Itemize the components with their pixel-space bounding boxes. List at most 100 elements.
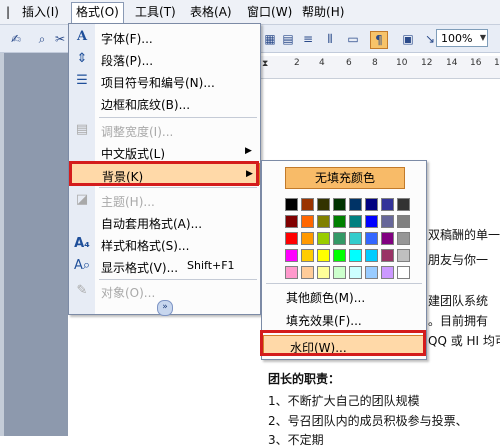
color-swatch[interactable] [301, 198, 314, 211]
doc-list-item: 2、号召团队内的成员积极参与投票、 [268, 414, 468, 428]
color-swatch[interactable] [349, 249, 362, 262]
bullets-icon: ☰ [76, 73, 88, 88]
menu-item-label: 边框和底纹(B)... [101, 98, 191, 112]
color-swatch[interactable] [397, 232, 410, 245]
more-colors-item[interactable]: 其他颜色(M)... [286, 289, 365, 306]
ruler-mark: 4 [319, 58, 325, 68]
doc-text-line: 朋友与你一 [428, 253, 489, 267]
color-swatch[interactable] [317, 266, 330, 279]
menu-tools[interactable]: 工具(T) [131, 3, 180, 21]
menu-item-styles[interactable]: A₄ 样式和格式(S)... [69, 233, 260, 255]
drawing-icon[interactable]: ⫴ [322, 31, 338, 47]
research-icon[interactable]: ⌕ [34, 31, 50, 47]
menu-item-autoformat[interactable]: 自动套用格式(A)... [69, 211, 260, 233]
color-swatch[interactable] [333, 215, 346, 228]
expand-menu-icon[interactable]: » [157, 300, 173, 316]
color-swatch[interactable] [397, 198, 410, 211]
color-swatch[interactable] [349, 198, 362, 211]
menu-insert[interactable]: 插入(I) [18, 3, 63, 21]
window-background [0, 53, 68, 436]
color-swatch[interactable] [365, 266, 378, 279]
color-swatch[interactable] [317, 232, 330, 245]
color-swatch[interactable] [285, 215, 298, 228]
color-swatch[interactable] [317, 198, 330, 211]
color-swatch[interactable] [349, 215, 362, 228]
color-swatch[interactable] [285, 266, 298, 279]
fill-effects-item[interactable]: 填充效果(F)... [286, 312, 362, 329]
menu-item-label: 对象(O)... [101, 286, 156, 300]
color-swatch[interactable] [301, 232, 314, 245]
insert-excel-icon[interactable]: ▤ [280, 31, 296, 47]
color-swatch[interactable] [349, 266, 362, 279]
submenu-arrow-icon: ▶ [245, 146, 252, 156]
chevron-down-icon[interactable]: ▼ [478, 29, 488, 47]
ruler-mark: 10 [396, 58, 408, 68]
doc-list-item: 3、不定期 [268, 433, 324, 447]
menu-separator [99, 117, 257, 118]
menu-help[interactable]: 帮助(H) [298, 3, 348, 21]
menu-item-borders[interactable]: 边框和底纹(B)... [69, 92, 260, 114]
paragraph-icon: ⇕ [76, 51, 88, 66]
menu-edit-partial[interactable]: | [2, 3, 14, 21]
color-swatch[interactable] [397, 215, 410, 228]
show-hide-icon[interactable]: ¶ [370, 31, 388, 49]
color-swatch[interactable] [365, 232, 378, 245]
color-swatch[interactable] [301, 215, 314, 228]
color-swatch[interactable] [381, 215, 394, 228]
color-swatch[interactable] [301, 266, 314, 279]
document-map-icon[interactable]: ▭ [345, 31, 361, 47]
menu-item-chinese-layout[interactable]: 中文版式(L) ▶ [69, 141, 260, 163]
menu-item-label: 主题(H)... [101, 195, 155, 209]
columns-icon[interactable]: ≡ [300, 31, 316, 47]
color-swatch[interactable] [285, 249, 298, 262]
color-swatch[interactable] [397, 266, 410, 279]
menu-format[interactable]: 格式(O) [71, 2, 124, 24]
color-swatch[interactable] [333, 249, 346, 262]
color-swatch[interactable] [285, 232, 298, 245]
color-swatch[interactable] [333, 198, 346, 211]
menu-item-label: 段落(P)... [101, 54, 154, 68]
color-swatch[interactable] [381, 266, 394, 279]
color-swatch[interactable] [333, 266, 346, 279]
menu-item-theme: ◪ 主题(H)... [69, 189, 260, 211]
doc-text-line: 双稿酬的单一 [428, 228, 500, 242]
doc-list-item: 1、不断扩大自己的团队规模 [268, 394, 420, 408]
doc-text-line: QQ 或 HI 均可 [428, 334, 500, 348]
color-swatch[interactable] [365, 249, 378, 262]
color-swatch[interactable] [333, 232, 346, 245]
menu-item-label: 调整宽度(I)... [101, 125, 174, 139]
insert-table-icon[interactable]: ▦ [262, 31, 278, 47]
spelling-icon[interactable]: ✍ [8, 31, 24, 47]
ruler-mark: 2 [294, 58, 300, 68]
color-swatch[interactable] [317, 215, 330, 228]
menu-item-label: 自动套用格式(A)... [101, 217, 203, 231]
styles-icon: A₄ [74, 236, 90, 251]
reveal-format-icon: A⌕ [74, 258, 91, 273]
menu-item-paragraph[interactable]: ⇕ 段落(P)... [69, 48, 260, 70]
cut-icon[interactable]: ✂ [52, 31, 68, 47]
read-icon[interactable]: ▣ [400, 31, 416, 47]
menu-table[interactable]: 表格(A) [186, 3, 236, 21]
menu-item-bullets[interactable]: ☰ 项目符号和编号(N)... [69, 70, 260, 92]
color-swatch[interactable] [365, 215, 378, 228]
doc-text-line: 建团队系统 [428, 294, 489, 308]
ruler-mark: 6 [346, 58, 352, 68]
color-swatch[interactable] [381, 249, 394, 262]
color-swatch[interactable] [349, 232, 362, 245]
color-swatch[interactable] [381, 232, 394, 245]
indent-marker-icon[interactable]: ⧗ [262, 59, 268, 69]
menu-item-reveal-format[interactable]: A⌕ 显示格式(V)... Shift+F1 [69, 255, 260, 277]
color-swatch[interactable] [301, 249, 314, 262]
color-swatch-grid [262, 161, 426, 291]
menu-window[interactable]: 窗口(W) [243, 3, 296, 21]
doc-text-line: 。目前拥有 [428, 314, 489, 328]
menu-item-font[interactable]: A 字体(F)... [69, 26, 260, 48]
color-swatch[interactable] [381, 198, 394, 211]
color-swatch[interactable] [285, 198, 298, 211]
color-swatch[interactable] [365, 198, 378, 211]
color-swatch[interactable] [317, 249, 330, 262]
menu-item-shortcut: Shift+F1 [187, 259, 235, 272]
color-swatch[interactable] [397, 249, 410, 262]
object-icon: ✎ [76, 283, 88, 298]
horizontal-ruler[interactable]: ⧗ 2 4 6 8 10 12 14 16 18 [258, 56, 500, 79]
